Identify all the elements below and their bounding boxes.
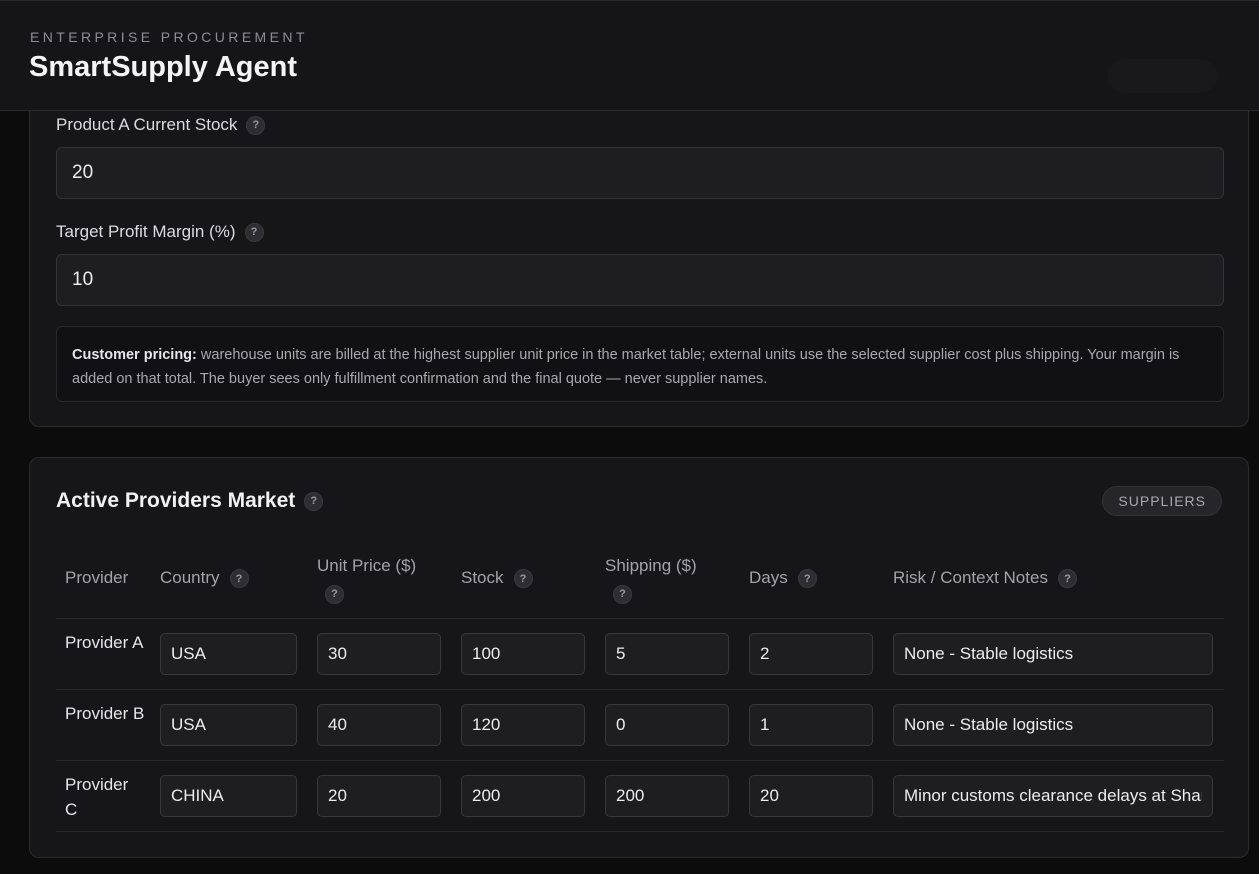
row-divider bbox=[56, 618, 1224, 619]
column-header-shipping: Shipping ($) ? bbox=[605, 553, 735, 605]
days-input[interactable] bbox=[749, 633, 873, 675]
row-divider bbox=[56, 831, 1224, 832]
app-header: ENTERPRISE PROCUREMENT SmartSupply Agent bbox=[0, 0, 1259, 111]
help-icon[interactable]: ? bbox=[1057, 569, 1077, 589]
column-header-days: Days? bbox=[749, 565, 817, 591]
margin-field-label-text: Target Profit Margin (%) bbox=[56, 222, 236, 241]
help-icon[interactable]: ? bbox=[244, 222, 264, 242]
column-header-unit-price: Unit Price ($) ? bbox=[317, 553, 447, 605]
row-divider bbox=[56, 689, 1224, 690]
help-icon[interactable]: ? bbox=[229, 569, 249, 589]
column-header-country-text: Country bbox=[160, 568, 220, 587]
help-icon[interactable]: ? bbox=[246, 115, 266, 135]
market-title: Active Providers Market ? bbox=[56, 489, 324, 513]
pricing-note-text: warehouse units are billed at the highes… bbox=[72, 347, 1180, 387]
notes-input[interactable] bbox=[893, 704, 1213, 746]
stock-field-label: Product A Current Stock ? bbox=[56, 115, 266, 135]
column-header-unit-price-text: Unit Price ($) bbox=[317, 556, 417, 575]
shipping-input[interactable] bbox=[605, 704, 729, 746]
stock-input[interactable] bbox=[56, 147, 1224, 199]
market-title-text: Active Providers Market bbox=[56, 489, 296, 512]
column-header-country: Country? bbox=[160, 565, 249, 591]
days-input[interactable] bbox=[749, 704, 873, 746]
margin-field-label: Target Profit Margin (%) ? bbox=[56, 222, 264, 242]
help-icon[interactable]: ? bbox=[797, 569, 817, 589]
notes-input[interactable] bbox=[893, 633, 1213, 675]
help-icon[interactable]: ? bbox=[325, 584, 344, 604]
column-header-stock: Stock? bbox=[461, 565, 533, 591]
app-title: SmartSupply Agent bbox=[29, 51, 298, 83]
provider-name: Provider C bbox=[65, 775, 129, 819]
provider-name: Provider B bbox=[65, 704, 145, 723]
country-input[interactable] bbox=[160, 633, 297, 675]
pricing-note-title: Customer pricing: bbox=[72, 347, 197, 363]
margin-input[interactable] bbox=[56, 254, 1224, 306]
column-header-notes: Risk / Context Notes? bbox=[893, 565, 1077, 591]
suppliers-badge: SUPPLIERS bbox=[1102, 486, 1222, 516]
column-header-stock-text: Stock bbox=[461, 568, 504, 587]
stock-cell-input[interactable] bbox=[461, 775, 585, 817]
help-icon[interactable]: ? bbox=[513, 569, 533, 589]
column-header-notes-text: Risk / Context Notes bbox=[893, 568, 1048, 587]
shipping-input[interactable] bbox=[605, 633, 729, 675]
provider-name: Provider A bbox=[65, 633, 144, 652]
help-icon[interactable]: ? bbox=[304, 491, 324, 511]
unit-price-input[interactable] bbox=[317, 775, 441, 817]
header-faded-control bbox=[1108, 59, 1218, 93]
notes-input[interactable] bbox=[893, 775, 1213, 817]
header-eyebrow: ENTERPRISE PROCUREMENT bbox=[30, 29, 308, 45]
shipping-input[interactable] bbox=[605, 775, 729, 817]
stock-field-label-text: Product A Current Stock bbox=[56, 115, 238, 134]
pricing-note: Customer pricing: warehouse units are bi… bbox=[56, 326, 1224, 402]
unit-price-input[interactable] bbox=[317, 704, 441, 746]
stock-cell-input[interactable] bbox=[461, 633, 585, 675]
column-header-shipping-text: Shipping ($) bbox=[605, 556, 697, 575]
help-icon[interactable]: ? bbox=[613, 584, 632, 604]
unit-price-input[interactable] bbox=[317, 633, 441, 675]
stock-cell-input[interactable] bbox=[461, 704, 585, 746]
country-input[interactable] bbox=[160, 704, 297, 746]
providers-market-panel: Active Providers Market ? SUPPLIERS Prov… bbox=[29, 457, 1249, 858]
days-input[interactable] bbox=[749, 775, 873, 817]
column-header-provider-text: Provider bbox=[65, 568, 129, 587]
column-header-provider: Provider bbox=[65, 565, 128, 591]
country-input[interactable] bbox=[160, 775, 297, 817]
column-header-days-text: Days bbox=[749, 568, 788, 587]
row-divider bbox=[56, 760, 1224, 761]
